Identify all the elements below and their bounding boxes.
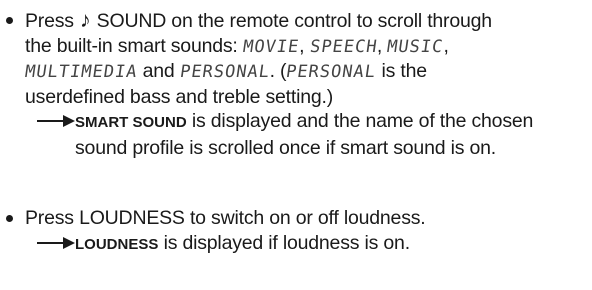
text-line: the built-in smart sounds: MOVIE, SPEECH… [25, 34, 590, 60]
music-note-icon: ♪ [79, 7, 91, 32]
text-line: Press ♪ SOUND on the remote control to scr… [25, 8, 590, 34]
text-segment: userdefined bass and treble setting.) [25, 85, 334, 108]
text-line: userdefined bass and treble setting.) [25, 85, 590, 110]
lcd-text-personal: PERSONAL [178, 62, 272, 82]
result-line: LOUDNESS is displayed if loudness is on. [25, 231, 590, 258]
manual-page: Press ♪ SOUND on the remote control to scr… [0, 0, 592, 290]
bullet-body: Press ♪ SOUND on the remote control to scr… [23, 8, 590, 161]
text-segment: is displayed and the name of the chosen [191, 110, 534, 132]
text-segment: . ( [269, 60, 287, 82]
lcd-text-music: MUSIC [385, 36, 445, 57]
right-arrow-icon [37, 231, 75, 255]
bullet-body: Press LOUDNESS to switch on or off loudn… [25, 206, 590, 257]
text-line: MULTIMEDIA and PERSONAL. (PERSONAL is th… [23, 59, 590, 85]
result-continuation: sound profile is scrolled once if smart … [25, 136, 590, 161]
bullet-dot-icon [6, 215, 13, 222]
result-line: SMART SOUND is displayed and the name of… [25, 109, 590, 136]
text-segment: is the [381, 60, 427, 82]
lcd-text-movie: MOVIE [241, 36, 301, 57]
text-segment: Press [25, 10, 74, 32]
text-segment: sound profile is scrolled once if smart … [75, 136, 496, 159]
bullet-dot-icon [6, 17, 13, 24]
text-segment: is displayed if loudness is on. [163, 231, 411, 254]
right-arrow-icon [37, 109, 75, 133]
text-segment: the built-in smart sounds: [25, 34, 238, 57]
text-segment: and [142, 60, 175, 82]
text-segment: SOUND on the remote control to scroll th… [96, 10, 492, 32]
text-segment: Press LOUDNESS to switch on or off loudn… [25, 207, 426, 229]
display-label-smart-sound: SMART SOUND [75, 114, 187, 131]
text-line: Press LOUDNESS to switch on or off loudn… [25, 206, 590, 231]
lcd-text-multimedia: MULTIMEDIA [23, 62, 139, 82]
lcd-text-personal-2: PERSONAL [284, 62, 378, 82]
lcd-text-speech: SPEECH [308, 36, 379, 57]
display-label-loudness: LOUDNESS [75, 235, 159, 253]
